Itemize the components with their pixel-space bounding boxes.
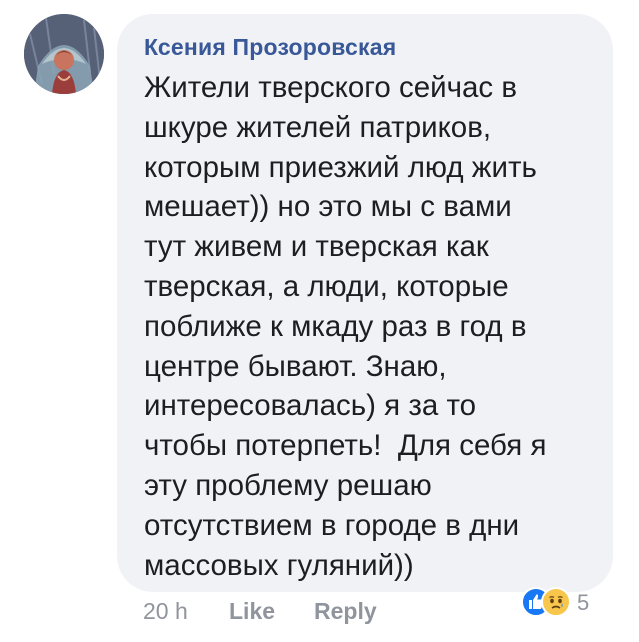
comment-line: тверская, а люди, которые <box>144 269 509 303</box>
comment-line: эту проблему решаю <box>144 468 432 502</box>
comment-line: которым приезжий люд жить <box>144 150 537 184</box>
reaction-count: 5 <box>577 590 590 615</box>
comment-line: отсутствием в городе в дни <box>144 508 520 542</box>
avatar[interactable] <box>24 14 104 94</box>
comment-line: интересовалась) я за то <box>144 389 477 423</box>
comment-author[interactable]: Ксения Прозоровская <box>144 34 396 61</box>
comment-bubble: Ксения Прозоровская Жители тверского сей… <box>117 14 613 592</box>
comment-line: поближе к мкаду раз в год в <box>144 309 527 343</box>
comment-line: Жители тверского сейчас в <box>144 71 518 104</box>
avatar-image <box>24 14 104 94</box>
comment-line: тут живем и тверская как <box>144 230 489 264</box>
comment-line: чтобы потерпеть! Для себя я <box>144 429 547 463</box>
comment-timestamp[interactable]: 20 h <box>143 598 188 625</box>
reactions-summary[interactable]: 5 <box>521 585 613 619</box>
comment-line: мешает)) но это мы с вами <box>144 190 512 224</box>
comment: Ксения Прозоровская Жители тверского сей… <box>0 0 639 642</box>
comment-line: центре бывают. Знаю, <box>144 349 447 383</box>
reply-button[interactable]: Reply <box>314 598 377 625</box>
comment-line: массовых гуляний)) <box>144 548 414 582</box>
like-button[interactable]: Like <box>229 598 275 625</box>
comment-line: шкуре жителей патриков, <box>144 110 492 144</box>
sad-reaction-icon <box>541 587 571 617</box>
comment-body: Жители тверского сейчас в шкуре жителей … <box>144 68 604 585</box>
